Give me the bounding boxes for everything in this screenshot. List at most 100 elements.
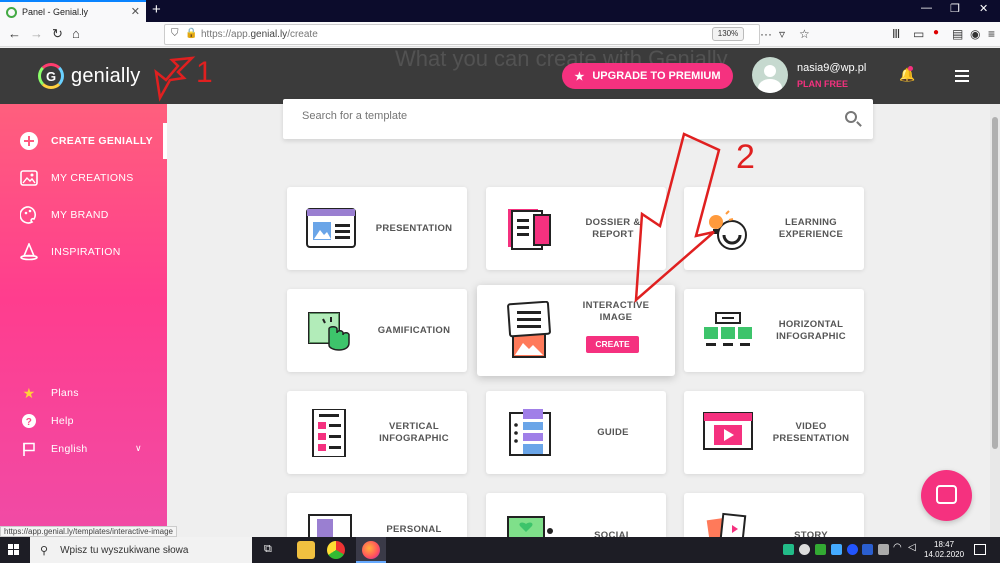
task-view-icon[interactable]: ⧉ xyxy=(264,543,272,556)
sidebar-icon[interactable]: ▭ xyxy=(913,27,924,41)
language-selector[interactable]: English xyxy=(20,440,88,458)
card-label: REPORT xyxy=(592,229,634,240)
avatar[interactable] xyxy=(752,57,788,93)
sidebar-item-create-genially[interactable]: CREATE GENIALLY xyxy=(20,132,153,150)
template-card-personal[interactable]: PERSONAL xyxy=(287,493,467,537)
palette-icon xyxy=(20,206,38,224)
windows-start-icon[interactable] xyxy=(8,544,20,556)
template-card-horizontal-infographic[interactable]: HORIZONTAL INFOGRAPHIC xyxy=(684,289,864,372)
notifications-bell-icon[interactable]: 🔔 xyxy=(899,66,915,83)
card-label: DOSSIER & xyxy=(585,217,641,228)
word-icon[interactable] xyxy=(862,544,873,555)
chat-bubble-icon xyxy=(936,485,957,504)
card-label: PRESENTATION xyxy=(772,433,850,444)
question-icon: ? xyxy=(20,412,38,430)
pocket-icon[interactable]: ▿ xyxy=(779,27,785,41)
firefox-taskbar-item[interactable] xyxy=(356,537,386,563)
hamburger-menu-icon[interactable] xyxy=(955,70,969,85)
template-card-guide[interactable]: GUIDE xyxy=(486,391,666,474)
page-actions-icon[interactable]: ··· xyxy=(760,27,772,41)
card-label: HORIZONTAL xyxy=(778,319,844,330)
template-card-story[interactable]: STORY xyxy=(684,493,864,541)
language-label: English xyxy=(51,443,88,455)
template-card-gamification[interactable]: GAMIFICATION xyxy=(287,289,467,372)
sidebar-item-plans[interactable]: ★ Plans xyxy=(20,384,79,402)
url-bar[interactable]: ⛉ 🔒 https://app. genial.ly/create xyxy=(164,24,760,45)
windows-taskbar: ⚲ Wpisz tu wyszukiwane słowa ⧉ ◠ ◁ 18:47… xyxy=(0,537,1000,563)
upgrade-to-premium-button[interactable]: ★ UPGRADE TO PREMIUM xyxy=(562,63,733,89)
template-card-presentation[interactable]: PRESENTATION xyxy=(287,187,467,270)
back-icon[interactable]: ← xyxy=(8,26,21,41)
taskbar-clock[interactable]: 18:47 14.02.2020 xyxy=(924,540,964,560)
library-icon[interactable]: Ⅲ xyxy=(892,27,900,41)
bookmark-star-icon[interactable]: ☆ xyxy=(799,27,810,41)
template-card-social[interactable]: SOCIAL xyxy=(486,493,666,541)
close-tab-icon[interactable]: ✕ xyxy=(131,5,140,18)
url-prefix: https://app. xyxy=(201,29,251,40)
logo-text: genially xyxy=(71,64,141,87)
maximize-button[interactable]: ❐ xyxy=(950,2,960,15)
notifications-icon[interactable] xyxy=(974,544,986,555)
forward-icon[interactable]: → xyxy=(30,26,43,41)
sidebar-item-label: INSPIRATION xyxy=(51,246,121,258)
tray-cloud-icon[interactable] xyxy=(799,544,810,555)
zoom-level[interactable]: 130% xyxy=(712,27,744,41)
tray-app-icon[interactable] xyxy=(831,544,842,555)
tab-title: Panel - Genial.ly xyxy=(22,7,89,17)
card-label: LEARNING xyxy=(784,217,837,228)
taskbar-search[interactable]: ⚲ Wpisz tu wyszukiwane słowa xyxy=(30,537,252,563)
create-button[interactable]: CREATE xyxy=(586,336,639,353)
volume-icon[interactable]: ◁ xyxy=(908,542,916,553)
browser-tab[interactable]: Panel - Genial.ly ✕ xyxy=(0,0,146,22)
tray-app-icon[interactable] xyxy=(815,544,826,555)
browser-nav-bar: ← → ↻ ⌂ ⛉ 🔒 https://app. genial.ly/create xyxy=(0,22,1000,47)
wifi-icon[interactable]: ◠ xyxy=(893,542,902,553)
chat-button[interactable] xyxy=(921,470,972,521)
genially-favicon-icon xyxy=(6,6,17,18)
bluetooth-icon[interactable] xyxy=(847,544,858,555)
home-icon[interactable]: ⌂ xyxy=(72,26,80,41)
chrome-icon[interactable] xyxy=(327,541,345,559)
new-tab-button[interactable]: + xyxy=(152,1,161,18)
chevron-down-icon[interactable]: ∨ xyxy=(135,443,142,454)
card-label: GUIDE xyxy=(597,427,629,438)
reload-icon[interactable]: ↻ xyxy=(52,26,63,42)
search-input[interactable] xyxy=(302,110,822,122)
sidebar-item-label: Help xyxy=(51,415,74,427)
firefox-icon xyxy=(362,541,380,559)
template-card-dossier-report[interactable]: DOSSIER & REPORT xyxy=(486,187,666,270)
card-label: INFOGRAPHIC xyxy=(379,433,449,444)
browser-menu-icon[interactable]: ≡ xyxy=(988,27,995,41)
user-email[interactable]: nasia9@wp.pl xyxy=(797,62,866,74)
sidebar-item-inspiration[interactable]: INSPIRATION xyxy=(20,243,121,261)
search-icon[interactable] xyxy=(845,111,857,123)
account-icon[interactable]: ◉ xyxy=(970,27,980,41)
minimize-button[interactable]: — xyxy=(921,2,932,14)
template-card-interactive-image[interactable]: INTERACTIVE IMAGE CREATE xyxy=(477,285,675,376)
template-card-learning-experience[interactable]: LEARNING EXPERIENCE xyxy=(684,187,864,270)
close-window-button[interactable]: ✕ xyxy=(979,2,988,15)
lock-icon[interactable]: 🔒 xyxy=(185,28,197,39)
template-card-video-presentation[interactable]: VIDEO PRESENTATION xyxy=(684,391,864,474)
url-path: /create xyxy=(287,29,318,40)
scrollbar-thumb[interactable] xyxy=(992,117,998,449)
sidebar-item-my-brand[interactable]: MY BRAND xyxy=(20,206,109,224)
extension-icon[interactable]: ▤ xyxy=(952,27,963,41)
card-label: VIDEO xyxy=(795,421,827,432)
template-card-vertical-infographic[interactable]: VERTICAL INFOGRAPHIC xyxy=(287,391,467,474)
sidebar-item-my-creations[interactable]: MY CREATIONS xyxy=(20,169,134,187)
sidebar-item-label: MY CREATIONS xyxy=(51,172,134,184)
file-explorer-icon[interactable] xyxy=(297,541,315,559)
template-search[interactable] xyxy=(283,99,873,139)
tray-generic-icon[interactable] xyxy=(878,544,889,555)
genially-logo[interactable]: G genially xyxy=(38,63,140,89)
shield-icon[interactable]: ⛉ xyxy=(171,28,179,39)
adblock-icon[interactable]: ● xyxy=(933,27,939,38)
sidebar-item-label: CREATE GENIALLY xyxy=(51,135,153,147)
sidebar-item-label: Plans xyxy=(51,387,79,399)
sidebar-item-help[interactable]: ? Help xyxy=(20,412,74,430)
tray-shield-icon[interactable] xyxy=(783,544,794,555)
presentation-icon xyxy=(306,208,356,248)
taskbar-search-text: Wpisz tu wyszukiwane słowa xyxy=(60,544,189,556)
card-label: INTERACTIVE xyxy=(582,300,650,311)
